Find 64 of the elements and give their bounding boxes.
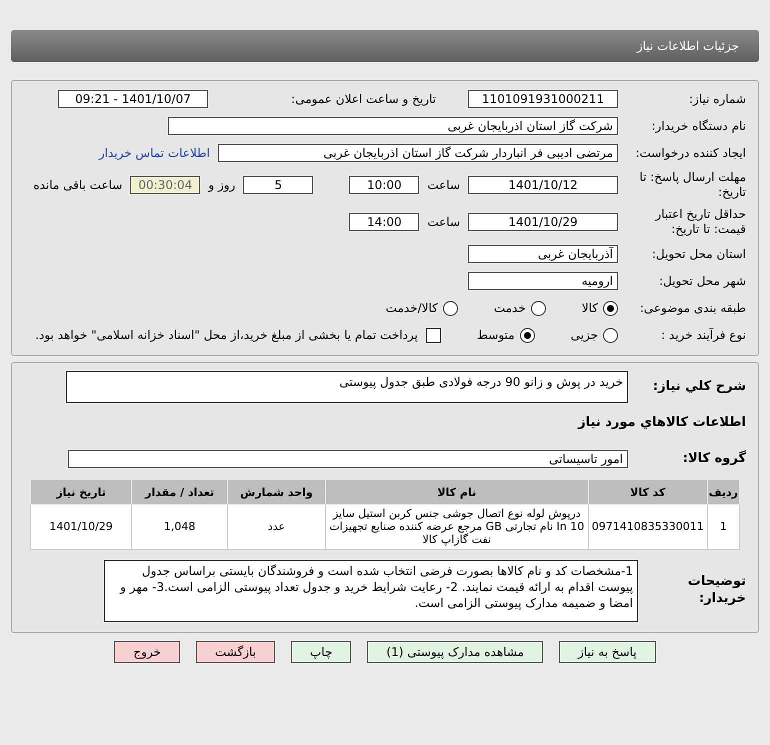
action-button[interactable]: بازگشت <box>196 640 275 663</box>
section-title: اطلاعات کالاهاي مورد نياز <box>576 414 746 432</box>
radio-button[interactable] <box>520 328 535 342</box>
field-label: نوع فرآیند خرید : <box>660 328 746 342</box>
column-header: کد کالا <box>588 480 708 504</box>
field-label: شماره نیاز: <box>688 92 746 106</box>
field-label: حداقل تاریخ اعتبار قیمت: تا تاریخ: <box>654 207 746 237</box>
field-label: ساعت <box>427 215 460 229</box>
field-label: توضیحات خریدار: <box>686 574 746 607</box>
action-button[interactable]: مشاهده مدارک پیوستی (1) <box>367 640 543 663</box>
radio-label: جزیی <box>570 328 598 342</box>
buyer-field: شرکت گاز استان اذربایجان غربی <box>168 117 618 135</box>
field-label: روز و <box>208 178 236 192</box>
table-cell: 1 <box>707 504 740 550</box>
province-field: آذربایجان غربی <box>468 245 618 263</box>
deadline-time-field: 10:00 <box>349 176 420 194</box>
remaining-time-field: 00:30:04 <box>130 176 200 194</box>
column-header: تاریخ نیاز <box>30 480 132 504</box>
column-header: نام کالا <box>325 480 588 504</box>
table-cell: عدد <box>228 504 326 550</box>
field-label: گروه کالا: <box>682 450 746 468</box>
goods-group-field: امور تاسیساتی <box>68 450 628 468</box>
buyer-contact-link[interactable]: اطلاعات تماس خریدار <box>98 146 210 160</box>
need-number-field: 1101091931000211 <box>468 90 618 108</box>
radio-label: کالا <box>582 301 598 315</box>
field-label: استان محل تحویل: <box>650 246 746 262</box>
field-label: طبقه بندی موضوعی: <box>638 300 746 316</box>
validity-date-field: 1401/10/29 <box>468 213 618 231</box>
action-button[interactable]: پاسخ به نیاز <box>558 640 656 663</box>
table-cell: درپوش لوله نوع اتصال جوشی جنس کربن استیل سایز 10 In نام تجارتی GB مرجع عرضه کننده صنایع تجهیزات نفت گازاپ کالا <box>325 504 588 550</box>
radio-button[interactable] <box>442 300 458 316</box>
field-label: ایجاد کننده درخواست: <box>634 146 746 160</box>
validity-time-field: 14:00 <box>349 213 420 231</box>
buyer-notes-field: 1-مشخصات کد و نام کالاها بصورت فرضی انتخاب شده است و فروشندگان بایستی براساس جدول پیوست اقدام به ارائه قیمت نمایند. 2- رعایت شرایط خرید و جدول تعداد پیوستی الزامی است.3- مهر و امضا و ضمیمه مدارک پیوستی الزامی است. <box>104 560 638 622</box>
radio-button[interactable] <box>603 300 618 316</box>
radio-label: خدمت <box>494 301 526 315</box>
radio-label: کالا/خدمت <box>386 301 438 315</box>
announce-date-field: 1401/10/07 - 09:21 <box>58 90 208 108</box>
deadline-date-field: 1401/10/12 <box>468 176 618 194</box>
field-label: ساعت <box>427 178 460 192</box>
city-field: ارومیه <box>468 272 618 290</box>
payment-checkbox[interactable] <box>426 328 441 342</box>
column-header: تعداد / مقدار <box>132 480 228 504</box>
checkbox-label: پرداخت تمام یا بخشی از مبلغ خرید،از محل "اسناد خزانه اسلامی" خواهد بود. <box>35 328 418 342</box>
table-cell: 0971410835330011 <box>588 504 708 550</box>
creator-field: مرتضی ادیبی فر انباردار شرکت گاز استان اذربایجان غربی <box>218 144 618 162</box>
field-label: شهر محل تحویل: <box>658 274 746 288</box>
radio-button[interactable] <box>530 300 546 316</box>
column-header: ردیف <box>707 480 740 504</box>
field-label: مهلت ارسال پاسخ: تا تاریخ: <box>638 170 746 200</box>
table-cell: 1,048 <box>132 504 228 550</box>
table-cell: 1401/10/29 <box>30 504 132 550</box>
summary-field: خرید در پوش و زانو 90 درجه فولادی طبق جدول پیوستی <box>66 371 628 403</box>
page-title: جزئیات اطلاعات نیاز <box>636 39 739 53</box>
action-button[interactable]: چاپ <box>291 640 352 663</box>
radio-label: متوسط <box>476 328 515 342</box>
radio-button[interactable] <box>603 328 618 342</box>
days-field: 5 <box>243 176 314 194</box>
field-label: ساعت باقی مانده <box>33 178 122 192</box>
field-label: نام دستگاه خریدار: <box>650 118 746 134</box>
field-label: تاریخ و ساعت اعلان عمومی: <box>290 92 437 106</box>
column-header: واحد شمارش <box>228 480 326 504</box>
field-label: شرح کلي نياز: <box>652 378 746 396</box>
action-button[interactable]: خروج <box>114 640 180 663</box>
